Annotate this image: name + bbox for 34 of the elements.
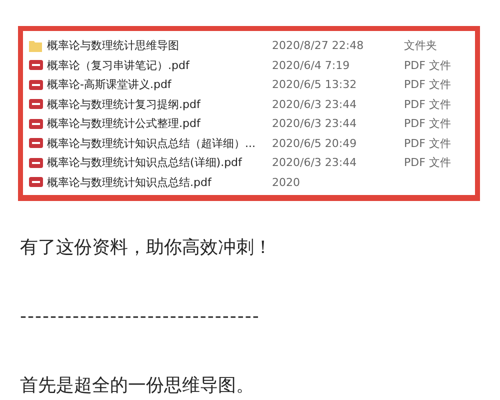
file-name[interactable]: 概率论-高斯课堂讲义.pdf — [47, 77, 272, 92]
modified-date: 2020/6/3 23:44 — [272, 98, 358, 111]
file-type: PDF 文件 — [404, 155, 452, 170]
pdf-file-icon — [29, 137, 43, 150]
modified-date: 2020 — [272, 176, 301, 189]
pdf-file-icon — [29, 78, 43, 91]
file-type: PDF 文件 — [404, 58, 452, 73]
pdf-file-icon — [29, 59, 43, 72]
file-type: PDF 文件 — [404, 136, 452, 151]
pdf-file-icon — [29, 98, 43, 110]
paragraph: 首先是超全的一份思维导图。 — [20, 374, 255, 398]
modified-date: 2020/6/3 23:44 — [272, 156, 358, 170]
file-name[interactable]: 概率论与数理统计知识点总结.pdf — [47, 174, 272, 190]
file-name[interactable]: 概率论与数理统计公式整理.pdf — [47, 116, 272, 132]
file-name[interactable]: 概率论与数理统计思维导图 — [47, 38, 272, 54]
file-name[interactable]: 概率论与数理统计知识点总结(详细).pdf — [47, 155, 272, 170]
file-type: PDF 文件 — [404, 96, 452, 112]
file-type: PDF 文件 — [404, 77, 452, 92]
file-type: 文件夹 — [404, 38, 438, 54]
file-name[interactable]: 概率论与数理统计复习提纲.pdf — [47, 96, 272, 112]
folder-icon — [29, 40, 42, 52]
file-type: PDF 文件 — [404, 116, 452, 132]
pdf-file-icon — [29, 176, 43, 188]
modified-date: 2020/6/3 23:44 — [272, 117, 358, 130]
divider-line-text: -------------------------------- — [20, 305, 261, 329]
modified-date: 2020/6/5 20:49 — [272, 136, 358, 150]
paragraph: 有了这份资料，助你高效冲刺！ — [20, 236, 273, 260]
pdf-file-icon — [29, 156, 43, 169]
modified-date: 2020/6/5 13:32 — [272, 78, 358, 92]
pdf-file-icon — [29, 118, 43, 130]
modified-date: 2020/8/27 22:48 — [272, 39, 365, 52]
modified-date: 2020/6/4 7:19 — [272, 58, 351, 72]
file-name[interactable]: 概率论（复习串讲笔记）.pdf — [47, 58, 272, 73]
file-name[interactable]: 概率论与数理统计知识点总结（超详细）... — [47, 136, 272, 151]
